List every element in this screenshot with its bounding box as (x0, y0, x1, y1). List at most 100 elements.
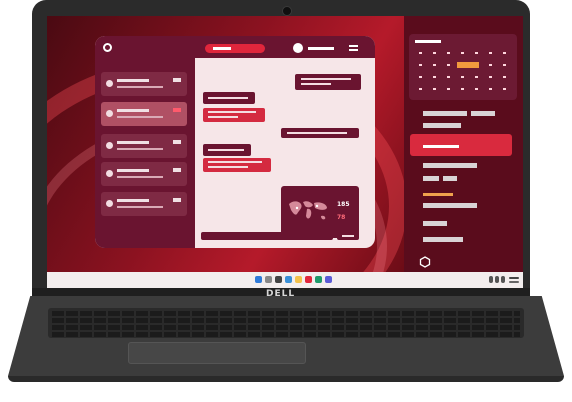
side-menu-item[interactable] (423, 123, 461, 128)
side-menu-item[interactable] (423, 203, 477, 208)
webcam (282, 6, 292, 16)
clock-date[interactable] (509, 281, 519, 283)
side-menu-item[interactable] (423, 176, 439, 181)
store-icon[interactable] (325, 276, 332, 283)
keyboard-row (52, 332, 520, 337)
calendar-cell[interactable] (433, 52, 436, 54)
calendar-cell[interactable] (461, 88, 464, 90)
message-text (287, 132, 347, 134)
keyboard-row (52, 325, 520, 330)
calendar-cell[interactable] (433, 64, 436, 66)
calendar-cell[interactable] (461, 52, 464, 54)
unread-badge (173, 108, 181, 112)
side-menu-item[interactable] (423, 237, 463, 242)
wifi-icon[interactable] (489, 276, 493, 283)
hamburger-menu-icon[interactable] (349, 45, 358, 47)
edge-browser-icon[interactable] (315, 276, 322, 283)
calendar-cell[interactable] (461, 76, 464, 78)
touchpad[interactable] (128, 342, 306, 364)
contact-avatar (106, 80, 113, 87)
map-stat-top: 185 (337, 201, 350, 208)
message-input[interactable] (201, 232, 333, 240)
ring-logo-icon (103, 43, 112, 52)
calendar-cell[interactable] (489, 88, 492, 90)
side-menu-item[interactable] (423, 221, 447, 226)
side-menu-item[interactable] (443, 176, 457, 181)
calendar-cell[interactable] (433, 76, 436, 78)
keyboard-row (52, 318, 520, 323)
laptop-base-edge (8, 376, 564, 382)
conversation-item[interactable] (101, 162, 187, 186)
search-icon[interactable] (265, 276, 272, 283)
message-text (301, 78, 351, 80)
conversation-item[interactable] (101, 192, 187, 216)
message-bubble-sent (281, 128, 359, 138)
contact-avatar (106, 142, 113, 149)
conversation-item[interactable] (101, 134, 187, 158)
user-avatar-icon[interactable] (293, 43, 303, 53)
side-menu-item-label (423, 145, 459, 148)
calendar-cell[interactable] (419, 76, 422, 78)
side-menu-item[interactable] (423, 111, 467, 116)
conversation-item-active[interactable] (101, 102, 187, 126)
calendar-widget[interactable] (409, 34, 517, 100)
message-bubble-received (203, 108, 265, 122)
world-map-card[interactable]: 185 78 (281, 186, 359, 238)
message-text (208, 161, 262, 163)
calendar-cell[interactable] (503, 52, 506, 54)
side-menu-item[interactable] (423, 163, 477, 168)
conversation-item[interactable] (101, 72, 187, 96)
calendar-cell[interactable] (475, 76, 478, 78)
calendar-cell[interactable] (503, 76, 506, 78)
calendar-cell[interactable] (503, 88, 506, 90)
clock-time[interactable] (509, 277, 519, 279)
message-bubble-received (203, 92, 255, 104)
calendar-cell[interactable] (475, 88, 478, 90)
calendar-cell[interactable] (447, 52, 450, 54)
calendar-cell[interactable] (419, 52, 422, 54)
calendar-cell[interactable] (447, 64, 450, 66)
message-text (208, 116, 238, 118)
calendar-cell[interactable] (433, 88, 436, 90)
keyboard-row (52, 311, 520, 316)
battery-icon[interactable] (501, 276, 505, 283)
calendar-cell[interactable] (419, 64, 422, 66)
calendar-cell[interactable] (475, 52, 478, 54)
chat-icon[interactable] (305, 276, 312, 283)
message-preview (117, 206, 163, 208)
calendar-cell[interactable] (489, 64, 492, 66)
contact-name (117, 169, 149, 172)
message-bubble-received (203, 144, 251, 156)
hamburger-menu-icon[interactable] (349, 49, 358, 51)
calendar-cell[interactable] (489, 52, 492, 54)
contact-name (117, 79, 149, 82)
calendar-cell[interactable] (419, 88, 422, 90)
contact-name (117, 141, 149, 144)
file-explorer-icon[interactable] (295, 276, 302, 283)
widgets-icon[interactable] (285, 276, 292, 283)
message-text (301, 83, 331, 85)
chat-app-window: 185 78 (95, 36, 375, 248)
world-map-icon (289, 201, 327, 220)
volume-icon[interactable] (495, 276, 499, 283)
contact-avatar (106, 200, 113, 207)
windows-start-icon[interactable] (255, 276, 262, 283)
calendar-selected-range[interactable] (457, 62, 479, 68)
send-button-label (342, 235, 354, 237)
side-menu-item[interactable] (471, 111, 495, 116)
message-bubble-sent (295, 74, 361, 90)
calendar-cell[interactable] (447, 88, 450, 90)
conversation-badge (173, 140, 181, 144)
calendar-cell[interactable] (447, 76, 450, 78)
map-stat-bottom: 78 (337, 214, 346, 221)
hexagon-settings-icon[interactable] (419, 256, 431, 268)
calendar-cell[interactable] (489, 76, 492, 78)
message-preview (117, 176, 163, 178)
message-preview (117, 86, 163, 88)
conversation-badge (173, 168, 181, 172)
task-view-icon[interactable] (275, 276, 282, 283)
calendar-cell[interactable] (503, 64, 506, 66)
message-preview (117, 148, 163, 150)
conversation-badge (173, 78, 181, 82)
contact-name (117, 109, 149, 112)
